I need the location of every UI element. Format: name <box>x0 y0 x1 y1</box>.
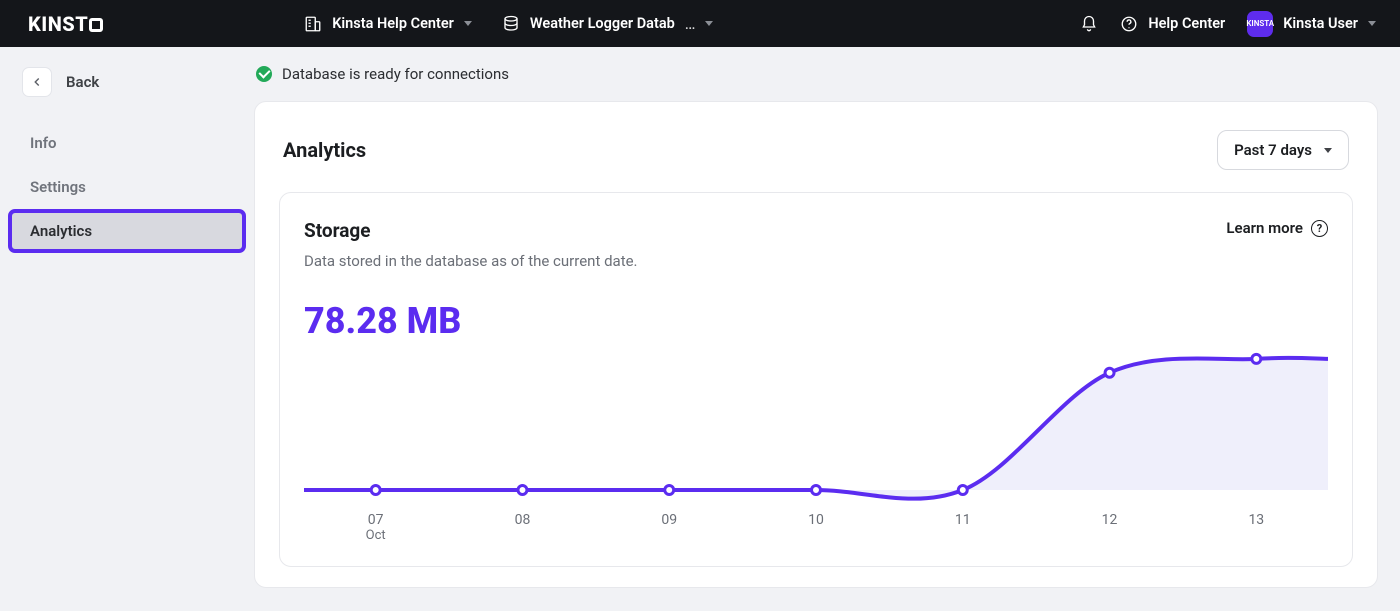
chevron-down-icon <box>705 21 713 26</box>
learn-more-link[interactable]: Learn more ? <box>1226 219 1328 237</box>
avatar: KINSTA <box>1247 11 1273 37</box>
sidebar-item-label: Analytics <box>30 222 92 240</box>
analytics-title: Analytics <box>283 138 366 162</box>
sidebar-item-settings[interactable]: Settings <box>10 167 244 207</box>
x-tick-label: 07Oct <box>366 512 386 543</box>
x-tick-label: 12 <box>1102 512 1118 528</box>
arrow-left-icon <box>30 75 44 89</box>
chevron-down-icon <box>1368 21 1376 26</box>
topbar: KINST Kinsta Help Center Weather Logger … <box>0 0 1400 47</box>
storage-panel: Storage Data stored in the database as o… <box>279 192 1353 567</box>
org-dropdown[interactable]: Kinsta Help Center <box>304 15 472 33</box>
storage-chart: 07Oct 08 09 10 11 12 13 <box>304 350 1328 548</box>
back-label: Back <box>66 73 99 91</box>
time-range-label: Past 7 days <box>1234 141 1312 159</box>
brand-logo: KINST <box>28 12 104 36</box>
sidebar-item-info[interactable]: Info <box>10 123 244 163</box>
help-icon <box>1120 15 1138 33</box>
help-icon: ? <box>1311 220 1328 237</box>
org-label: Kinsta Help Center <box>332 15 454 32</box>
sidebar: Back Info Settings Analytics <box>0 47 254 611</box>
time-range-dropdown[interactable]: Past 7 days <box>1217 130 1349 170</box>
database-icon <box>502 15 520 33</box>
back-button[interactable] <box>22 67 52 97</box>
x-tick-label: 13 <box>1248 512 1264 528</box>
help-center-label: Help Center <box>1148 15 1225 32</box>
sidebar-item-label: Settings <box>30 178 86 196</box>
chevron-down-icon <box>464 21 472 26</box>
truncation-ellipsis: … <box>685 14 696 33</box>
learn-more-label: Learn more <box>1226 219 1303 237</box>
sidebar-item-analytics[interactable]: Analytics <box>10 211 244 251</box>
project-dropdown[interactable]: Weather Logger Datab … <box>502 14 714 33</box>
storage-subtitle: Data stored in the database as of the cu… <box>304 252 638 270</box>
x-tick-label: 09 <box>661 512 677 528</box>
help-center-link[interactable]: Help Center <box>1120 15 1225 33</box>
main-content: Database is ready for connections Analyt… <box>254 47 1400 611</box>
user-dropdown[interactable]: KINSTA Kinsta User <box>1247 11 1376 37</box>
check-icon <box>256 66 272 82</box>
storage-title: Storage <box>304 219 638 242</box>
analytics-card: Analytics Past 7 days Storage Data store… <box>254 101 1378 588</box>
x-tick-label: 08 <box>515 512 531 528</box>
company-icon <box>304 15 322 33</box>
user-name: Kinsta User <box>1283 15 1358 32</box>
chevron-down-icon <box>1324 148 1332 153</box>
bell-icon[interactable] <box>1080 15 1098 33</box>
status-text: Database is ready for connections <box>282 65 509 83</box>
storage-current-value: 78.28 MB <box>304 300 1328 342</box>
status-banner: Database is ready for connections <box>254 47 1378 101</box>
sidebar-item-label: Info <box>30 134 57 152</box>
project-label: Weather Logger Datab <box>530 15 675 32</box>
x-tick-label: 11 <box>955 512 971 528</box>
x-tick-label: 10 <box>808 512 824 528</box>
